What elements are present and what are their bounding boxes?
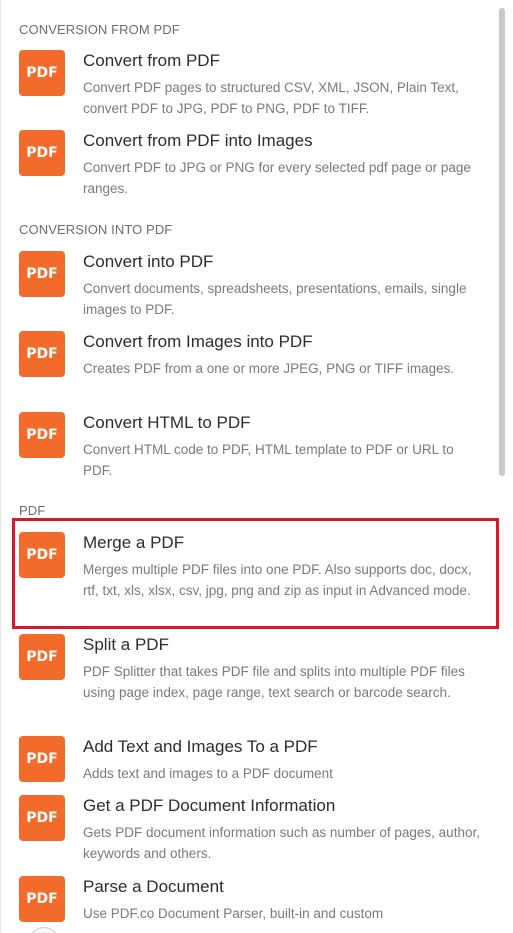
module-description: Creates PDF from a one or more JPEG, PNG… <box>83 361 455 376</box>
module-description: PDF Splitter that takes PDF file and spl… <box>83 664 465 700</box>
scrollbar[interactable] <box>499 8 505 476</box>
module-description: Convert PDF to JPG or PNG for every sele… <box>83 160 471 196</box>
module-title: Convert from PDF <box>83 51 220 70</box>
pdf-icon: PDF <box>19 412 65 458</box>
module-title: Convert from PDF into Images <box>83 131 313 150</box>
pdf-icon: PDF <box>19 795 65 841</box>
pdf-icon: PDF <box>19 331 65 377</box>
module-description: Use PDF.co Document Parser, built-in and… <box>83 906 384 921</box>
module-title: Convert HTML to PDF <box>83 413 251 432</box>
module-title: Split a PDF <box>83 635 169 654</box>
section-title-pdf: PDF <box>19 503 46 518</box>
pdf-icon: PDF <box>19 251 65 297</box>
pdf-icon: PDF <box>19 876 65 922</box>
module-title: Convert into PDF <box>83 252 214 271</box>
module-title: Add Text and Images To a PDF <box>83 737 318 756</box>
partial-button[interactable] <box>29 927 59 933</box>
module-description: Convert HTML code to PDF, HTML template … <box>83 442 454 478</box>
module-description: Gets PDF document information such as nu… <box>83 825 480 861</box>
module-title: Merge a PDF <box>83 533 185 552</box>
module-list-panel: CONVERSION FROM PDF PDF Convert from PDF… <box>0 0 510 933</box>
pdf-icon: PDF <box>19 634 65 680</box>
module-title: Get a PDF Document Information <box>83 796 336 815</box>
module-description: Merges multiple PDF files into one PDF. … <box>83 562 472 598</box>
pdf-icon: PDF <box>19 130 65 176</box>
module-description: Adds text and images to a PDF document <box>83 766 333 781</box>
module-title: Parse a Document <box>83 877 224 896</box>
pdf-icon: PDF <box>19 736 65 782</box>
pdf-icon: PDF <box>19 50 65 96</box>
module-description: Convert PDF pages to structured CSV, XML… <box>83 80 459 116</box>
module-title: Convert from Images into PDF <box>83 332 313 351</box>
pdf-icon: PDF <box>19 532 65 578</box>
module-description: Convert documents, spreadsheets, present… <box>83 281 467 317</box>
section-title-conversion-into-pdf: CONVERSION INTO PDF <box>19 222 173 237</box>
section-title-conversion-from-pdf: CONVERSION FROM PDF <box>19 22 180 37</box>
